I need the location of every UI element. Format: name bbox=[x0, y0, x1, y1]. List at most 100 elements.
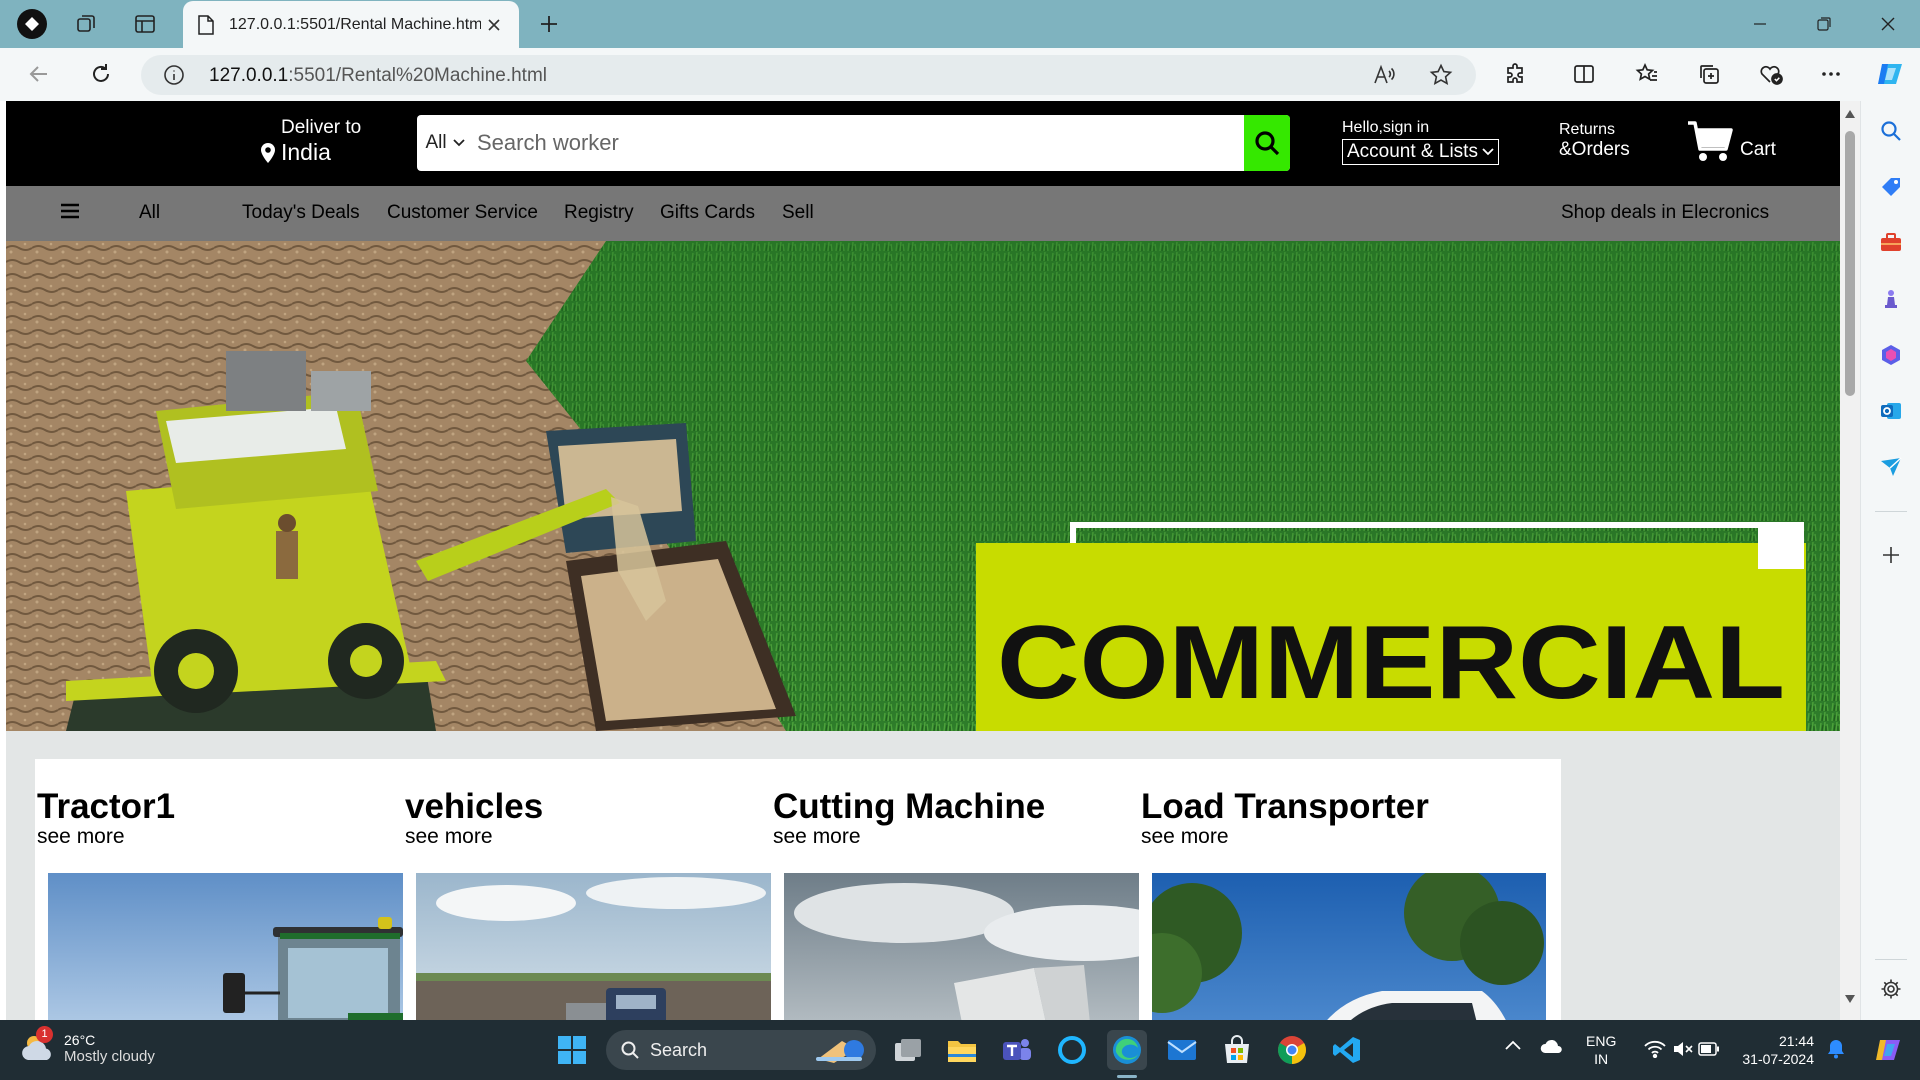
card-title: Tractor1 bbox=[37, 787, 176, 826]
category-card-load-transporter[interactable]: Load Transporter see more bbox=[1139, 759, 1561, 1020]
account-menu[interactable]: Hello,sign in Account & Lists bbox=[1342, 119, 1499, 165]
vertical-tabs-icon[interactable] bbox=[125, 4, 165, 44]
see-more-link[interactable]: see more bbox=[1141, 825, 1229, 849]
active-tab[interactable]: 127.0.0.1:5501/Rental Machine.html bbox=[183, 1, 519, 48]
scroll-down-arrow-icon[interactable] bbox=[1844, 994, 1856, 1004]
teams-icon[interactable] bbox=[997, 1030, 1037, 1070]
edge-browser-icon[interactable] bbox=[1107, 1030, 1147, 1070]
notifications-bell-icon[interactable] bbox=[1827, 1039, 1845, 1059]
search-icon[interactable] bbox=[1877, 117, 1905, 145]
site-info-icon[interactable] bbox=[163, 64, 185, 86]
page-viewport: Deliver to India All Hello,sign in bbox=[0, 101, 1860, 1020]
cart-link[interactable]: Cart bbox=[1686, 119, 1776, 163]
scrollbar-thumb[interactable] bbox=[1845, 131, 1855, 396]
search-button[interactable] bbox=[1244, 115, 1290, 171]
send-drop-icon[interactable] bbox=[1877, 453, 1905, 481]
account-lists-select[interactable]: Account & Lists bbox=[1342, 139, 1499, 165]
search-icon bbox=[1255, 131, 1280, 156]
windows-start-icon[interactable] bbox=[552, 1030, 592, 1070]
favorites-icon[interactable] bbox=[1627, 54, 1667, 94]
chrome-icon[interactable] bbox=[1272, 1030, 1312, 1070]
edge-sidebar bbox=[1860, 101, 1920, 1020]
shopping-tag-icon[interactable] bbox=[1877, 173, 1905, 201]
cart-icon bbox=[1688, 121, 1733, 161]
wifi-icon[interactable] bbox=[1644, 1040, 1666, 1058]
hamburger-menu-icon[interactable] bbox=[60, 201, 80, 221]
nav-todays-deals[interactable]: Today's Deals bbox=[242, 202, 360, 224]
clock-date: 31-07-2024 bbox=[1742, 1051, 1814, 1067]
outlook-icon[interactable] bbox=[1877, 397, 1905, 425]
input-language[interactable]: ENG IN bbox=[1586, 1032, 1616, 1068]
clock-time: 21:44 bbox=[1778, 1033, 1814, 1049]
favorite-star-icon[interactable] bbox=[1429, 63, 1453, 87]
see-more-link[interactable]: see more bbox=[37, 825, 125, 849]
search-category-select[interactable]: All bbox=[417, 115, 473, 171]
scroll-up-arrow-icon[interactable] bbox=[1844, 109, 1856, 119]
search-input[interactable] bbox=[477, 115, 1217, 171]
split-screen-icon[interactable] bbox=[1564, 54, 1604, 94]
returns-orders-link[interactable]: Returns &Orders bbox=[1559, 121, 1630, 161]
profile-icon[interactable] bbox=[12, 4, 52, 44]
address-toolbar: 127.0.0.1:5501/Rental%20Machine.html bbox=[0, 48, 1920, 101]
weather-widget[interactable]: 1 26°C Mostly cloudy bbox=[20, 1026, 155, 1066]
nav-customer-service[interactable]: Customer Service bbox=[387, 202, 538, 224]
refresh-icon[interactable] bbox=[81, 54, 121, 94]
vscode-icon[interactable] bbox=[1327, 1030, 1367, 1070]
card-title: Cutting Machine bbox=[773, 787, 1046, 826]
site-header: Deliver to India All Hello,sign in bbox=[6, 101, 1840, 186]
task-view-icon[interactable] bbox=[888, 1030, 928, 1070]
clock[interactable]: 21:44 31-07-2024 bbox=[1738, 1032, 1814, 1068]
games-chess-icon[interactable] bbox=[1877, 285, 1905, 313]
url-text[interactable]: 127.0.0.1:5501/Rental%20Machine.html bbox=[209, 65, 547, 87]
microsoft-store-icon[interactable] bbox=[1217, 1030, 1257, 1070]
nav-all[interactable]: All bbox=[139, 202, 160, 224]
read-aloud-icon[interactable] bbox=[1372, 63, 1396, 87]
onedrive-cloud-icon[interactable] bbox=[1540, 1038, 1564, 1054]
category-card-vehicles[interactable]: vehicles see more bbox=[403, 759, 825, 1020]
tools-briefcase-icon[interactable] bbox=[1877, 229, 1905, 257]
volume-muted-icon[interactable] bbox=[1672, 1040, 1694, 1058]
category-card-tractor[interactable]: Tractor1 see more bbox=[35, 759, 457, 1020]
nav-promo-electronics[interactable]: Shop deals in Elecronics bbox=[1561, 202, 1769, 224]
commercial-banner-text: COMMERCIAL bbox=[997, 605, 1785, 721]
address-bar[interactable]: 127.0.0.1:5501/Rental%20Machine.html bbox=[141, 55, 1476, 95]
nav-gifts-cards[interactable]: Gifts Cards bbox=[660, 202, 755, 224]
extensions-icon[interactable] bbox=[1496, 54, 1536, 94]
chevron-down-icon bbox=[452, 139, 465, 147]
windows-taskbar: 1 26°C Mostly cloudy Search ENG IN 21:44… bbox=[0, 1020, 1920, 1080]
mail-icon[interactable] bbox=[1162, 1030, 1202, 1070]
browser-essentials-icon[interactable] bbox=[1751, 54, 1791, 94]
weather-temperature: 26°C bbox=[64, 1031, 96, 1048]
copilot-taskbar-icon[interactable] bbox=[1872, 1034, 1904, 1066]
sidebar-divider bbox=[1875, 511, 1907, 512]
minimize-icon[interactable] bbox=[1740, 4, 1780, 44]
sidebar-settings-gear-icon[interactable] bbox=[1877, 975, 1905, 1003]
page-scrollbar[interactable] bbox=[1840, 101, 1860, 1020]
load-transporter-image bbox=[1152, 873, 1546, 1020]
copilot-icon[interactable] bbox=[1870, 54, 1910, 94]
show-hidden-icons-chevron-icon[interactable] bbox=[1505, 1040, 1521, 1050]
rental-machine-page: Deliver to India All Hello,sign in bbox=[6, 101, 1840, 1020]
deliver-label: Deliver to bbox=[281, 117, 362, 138]
tab-title: 127.0.0.1:5501/Rental Machine.html bbox=[229, 15, 481, 33]
taskbar-search[interactable]: Search bbox=[606, 1030, 876, 1070]
new-tab-icon[interactable] bbox=[529, 4, 569, 44]
deliver-to[interactable]: Deliver to India bbox=[259, 117, 361, 166]
cortana-icon[interactable] bbox=[1052, 1030, 1092, 1070]
more-options-icon[interactable] bbox=[1811, 54, 1851, 94]
nav-registry[interactable]: Registry bbox=[564, 202, 634, 224]
nav-sell[interactable]: Sell bbox=[782, 202, 814, 224]
close-tab-icon[interactable] bbox=[481, 12, 507, 38]
back-icon[interactable] bbox=[19, 54, 59, 94]
see-more-link[interactable]: see more bbox=[773, 825, 861, 849]
file-explorer-icon[interactable] bbox=[942, 1030, 982, 1070]
collections-icon[interactable] bbox=[1689, 54, 1729, 94]
battery-icon[interactable] bbox=[1698, 1042, 1720, 1056]
close-window-icon[interactable] bbox=[1868, 4, 1908, 44]
workspaces-icon[interactable] bbox=[66, 4, 106, 44]
microsoft-365-icon[interactable] bbox=[1877, 341, 1905, 369]
category-card-cutting-machine[interactable]: Cutting Machine see more bbox=[771, 759, 1193, 1020]
restore-icon[interactable] bbox=[1804, 4, 1844, 44]
add-sidebar-app-icon[interactable] bbox=[1877, 541, 1905, 569]
see-more-link[interactable]: see more bbox=[405, 825, 493, 849]
